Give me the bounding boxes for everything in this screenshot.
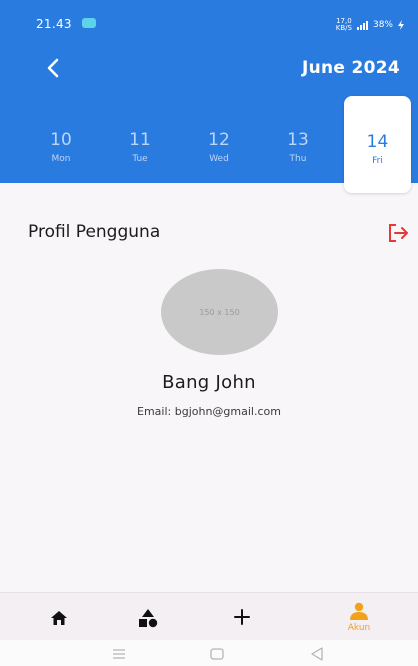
logout-button[interactable] (386, 222, 410, 244)
month-label[interactable]: June 2024 (302, 58, 400, 78)
day-11[interactable]: 11 Tue (110, 130, 170, 164)
user-email: Email: bgjohn@gmail.com (137, 405, 281, 418)
nav-home[interactable] (30, 593, 90, 641)
logout-icon (389, 224, 408, 242)
nav-akun[interactable]: Akun (329, 593, 389, 641)
signal-icon (356, 20, 368, 30)
day-12[interactable]: 12 Wed (189, 130, 249, 164)
status-bar: 21.43 17,0 KB/S 38% (0, 0, 418, 44)
bottom-nav: Akun (0, 592, 418, 640)
status-time: 21.43 (36, 17, 72, 31)
battery-text: 38% (372, 20, 393, 30)
charging-icon (398, 20, 404, 30)
nav-akun-label: Akun (347, 623, 371, 633)
user-name: Bang John (162, 372, 256, 393)
system-nav-bar (0, 640, 418, 666)
net-speed: 17,0 KB/S (335, 17, 352, 32)
home-icon (51, 611, 67, 625)
avatar: 150 x 150 (161, 269, 278, 355)
day-14-selected[interactable]: 14 Fri (344, 96, 411, 193)
home-square-icon[interactable] (210, 648, 224, 660)
status-indicators: 17,0 KB/S 38% (336, 18, 404, 32)
plus-icon (234, 609, 250, 625)
nav-categories[interactable] (118, 593, 178, 641)
notification-icon (82, 18, 96, 28)
section-title: Profil Pengguna (28, 222, 161, 242)
day-13[interactable]: 13 Thu (268, 130, 328, 164)
avatar-placeholder-text: 150 x 150 (199, 307, 240, 317)
person-icon (350, 602, 368, 620)
back-button[interactable] (42, 56, 64, 80)
nav-add[interactable] (212, 593, 272, 641)
menu-icon[interactable] (112, 649, 126, 659)
chevron-left-icon (47, 58, 59, 78)
shapes-icon (139, 609, 158, 628)
day-10[interactable]: 10 Mon (31, 130, 91, 164)
back-triangle-icon[interactable] (310, 647, 324, 661)
